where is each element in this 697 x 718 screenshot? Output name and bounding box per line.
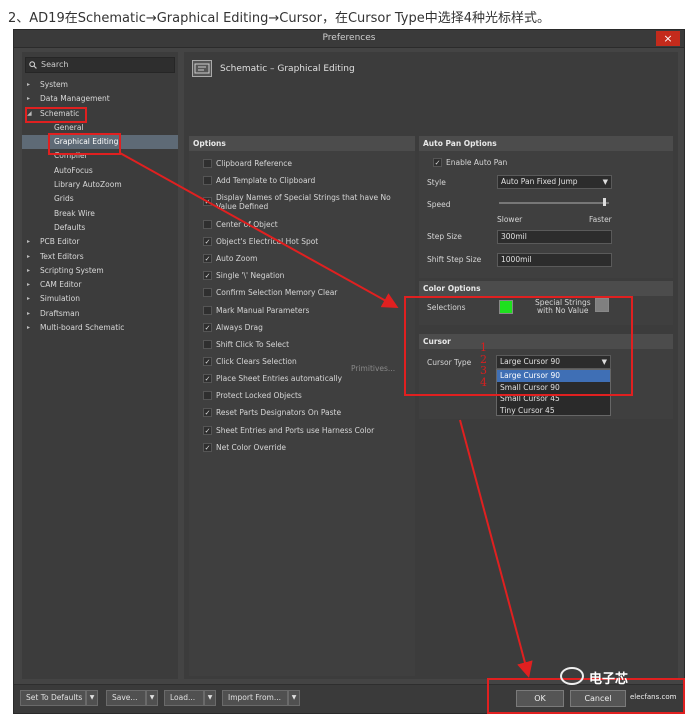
watermark-text: 电子芯 [589, 672, 629, 687]
annotation-arrows [119, 152, 533, 678]
watermark-subtext: elecfans.com [630, 693, 677, 701]
arrow-to-cursor-section [119, 152, 399, 308]
arrow-to-ok-button [459, 419, 533, 678]
watermark-logo-icon [560, 667, 584, 685]
